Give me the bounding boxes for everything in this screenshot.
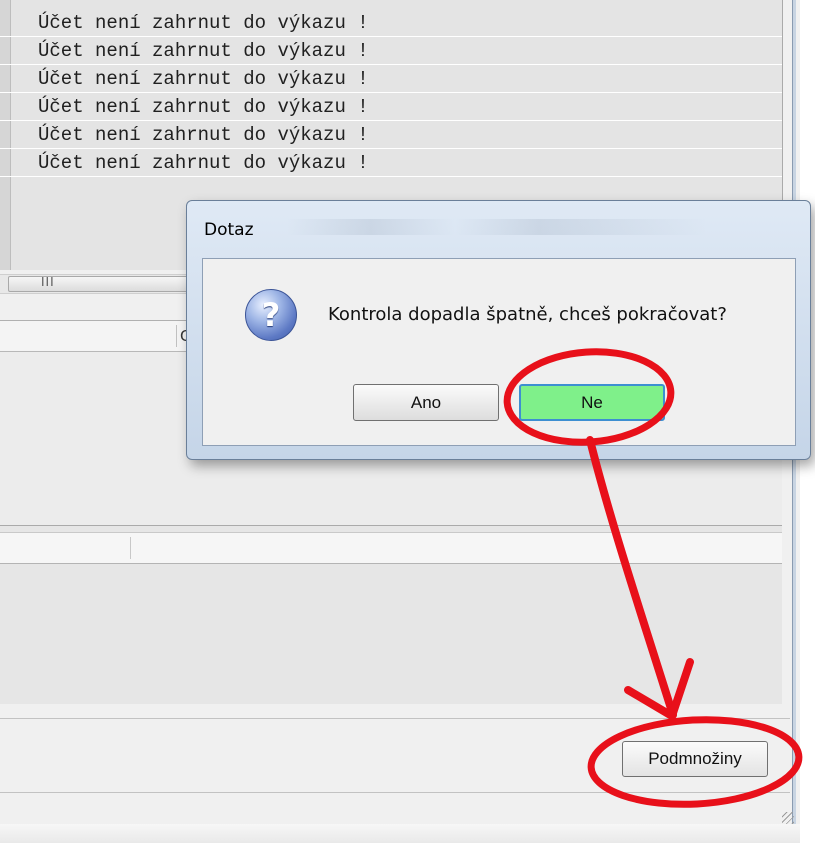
- list-item[interactable]: Účet není zahrnut do výkazu !: [0, 148, 782, 177]
- divider: [0, 792, 790, 793]
- lower-panel-header: [0, 532, 782, 564]
- dialog-body: ? Kontrola dopadla špatně, chceš pokračo…: [202, 258, 796, 446]
- no-button[interactable]: Ne: [519, 384, 665, 421]
- list-item[interactable]: Účet není zahrnut do výkazu !: [0, 92, 782, 121]
- divider: [0, 718, 790, 719]
- list-item[interactable]: Účet není zahrnut do výkazu !: [0, 64, 782, 93]
- status-bar: [0, 824, 800, 843]
- subsets-button[interactable]: Podmnožiny: [622, 741, 768, 777]
- list-item-text: Účet není zahrnut do výkazu !: [38, 96, 369, 118]
- list-item-text: Účet není zahrnut do výkazu !: [38, 12, 369, 34]
- confirm-dialog: Dotaz ? Kontrola dopadla špatně, chceš p…: [186, 200, 811, 460]
- list-item-text: Účet není zahrnut do výkazu !: [38, 152, 369, 174]
- list-item-text: Účet není zahrnut do výkazu !: [38, 40, 369, 62]
- list-item[interactable]: Účet není zahrnut do výkazu !: [0, 36, 782, 65]
- scrollbar-thumb[interactable]: III: [8, 275, 188, 292]
- column-separator[interactable]: [176, 325, 177, 347]
- list-item[interactable]: Účet není zahrnut do výkazu !: [0, 8, 782, 37]
- lower-panel: [0, 525, 782, 704]
- yes-button[interactable]: Ano: [353, 384, 499, 421]
- dialog-title-reflection: [287, 219, 707, 235]
- dialog-message: Kontrola dopadla špatně, chceš pokračova…: [328, 304, 727, 325]
- question-icon: ?: [245, 289, 297, 341]
- dialog-title: Dotaz: [204, 220, 254, 240]
- column-separator[interactable]: [130, 537, 131, 559]
- resize-grip-icon[interactable]: [782, 812, 794, 824]
- list-item-text: Účet není zahrnut do výkazu !: [38, 124, 369, 146]
- list-item[interactable]: Účet není zahrnut do výkazu !: [0, 120, 782, 149]
- list-item-text: Účet není zahrnut do výkazu !: [38, 68, 369, 90]
- scrollbar-grip-icon: III: [41, 275, 55, 289]
